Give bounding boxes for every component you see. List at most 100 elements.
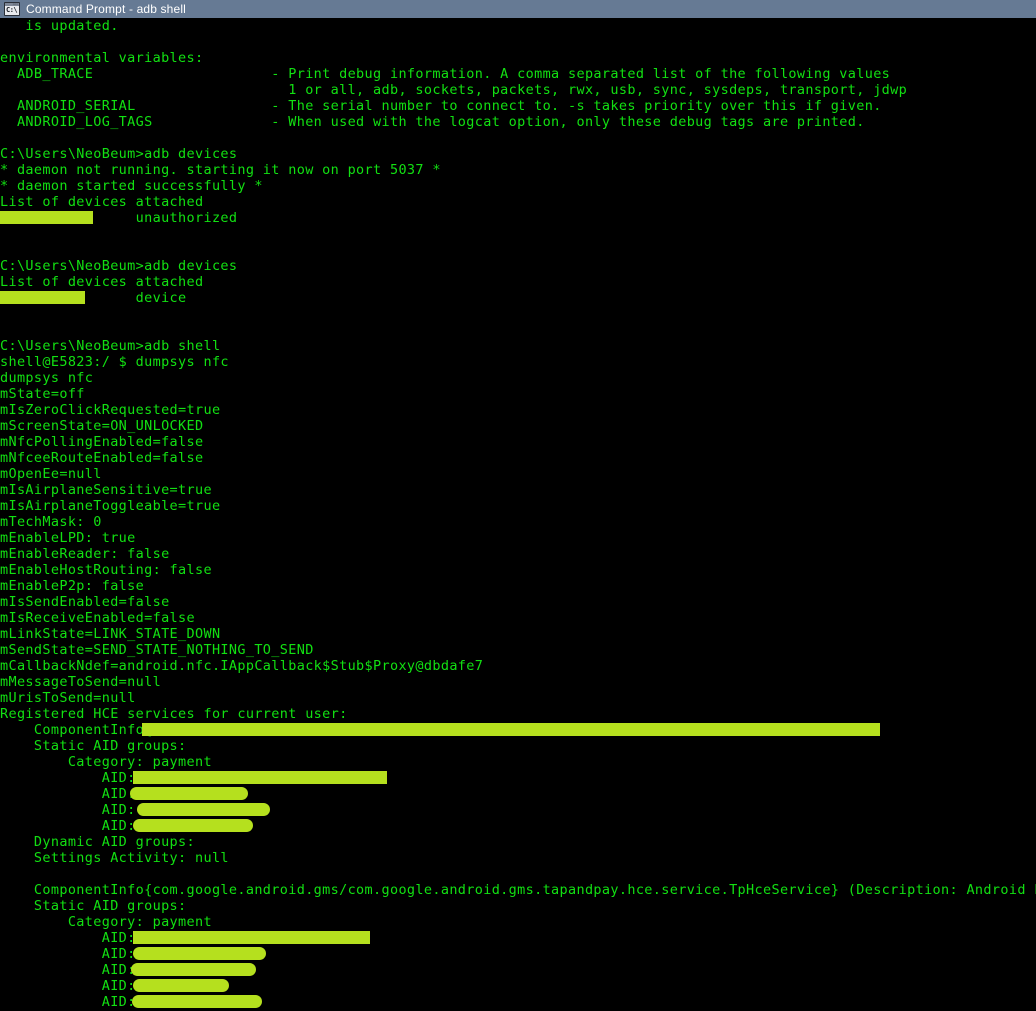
console-line-text: AID: xyxy=(0,962,145,978)
console-line: List of devices attached xyxy=(0,274,1036,290)
redaction-marker xyxy=(142,723,880,736)
console-line: C:\Users\NeoBeum>adb shell xyxy=(0,338,1036,354)
console-line-text: Category: payment xyxy=(0,754,212,770)
redaction-marker xyxy=(0,291,85,304)
console-line-text: ComponentInfo{com.google.android.gms/com… xyxy=(0,882,1036,898)
console-line-text: mScreenState=ON_UNLOCKED xyxy=(0,418,204,434)
console-line: Registered HCE services for current user… xyxy=(0,706,1036,722)
console-line-text: C:\Users\NeoBeum>adb devices xyxy=(0,258,238,274)
console-line-text: Registered HCE services for current user… xyxy=(0,706,348,722)
console-line-text: * daemon not running. starting it now on… xyxy=(0,162,441,178)
console-line: mState=off xyxy=(0,386,1036,402)
console-line-text: mIsZeroClickRequested=true xyxy=(0,402,221,418)
console-line: 1 or all, adb, sockets, packets, rwx, us… xyxy=(0,82,1036,98)
console-line: mLinkState=LINK_STATE_DOWN xyxy=(0,626,1036,642)
cmd-prompt-icon[interactable]: ▫▫▫ C:\ xyxy=(4,2,20,16)
console-line-text: mTechMask: 0 xyxy=(0,514,102,530)
console-line-text: C:\Users\NeoBeum>adb shell xyxy=(0,338,221,354)
console-line: Settings Activity: null xyxy=(0,850,1036,866)
console-line: Static AID groups: xyxy=(0,738,1036,754)
console-line-text: mUrisToSend=null xyxy=(0,690,136,706)
console-line: mNfceeRouteEnabled=false xyxy=(0,450,1036,466)
console-line: AID: xyxy=(0,946,1036,962)
console-line-text: List of devices attached xyxy=(0,274,204,290)
console-line-text: AID: xyxy=(0,818,145,834)
console-line: unauthorized xyxy=(0,210,1036,226)
console-line: Category: payment xyxy=(0,754,1036,770)
console-line-text: mIsReceiveEnabled=false xyxy=(0,610,195,626)
console-line-text: mIsAirplaneToggleable=true xyxy=(0,498,221,514)
console-line-text: mEnableReader: false xyxy=(0,546,170,562)
console-line: dumpsys nfc xyxy=(0,370,1036,386)
console-line-text: mIsSendEnabled=false xyxy=(0,594,170,610)
console-line-text: mSendState=SEND_STATE_NOTHING_TO_SEND xyxy=(0,642,314,658)
console-line-text: mEnableLPD: true xyxy=(0,530,136,546)
console-line: AID: xyxy=(0,962,1036,978)
console-line-text: mMessageToSend=null xyxy=(0,674,162,690)
console-line: mMessageToSend=null xyxy=(0,674,1036,690)
console-line-text: mOpenEe=null xyxy=(0,466,102,482)
console-line: AID: xyxy=(0,802,1036,818)
redaction-marker xyxy=(133,947,266,960)
console-line-text: mEnableP2p: false xyxy=(0,578,145,594)
console-line-text: AID: xyxy=(0,786,136,802)
console-line-text: shell@E5823:/ $ dumpsys nfc xyxy=(0,354,229,370)
console-line-text: 1 or all, adb, sockets, packets, rwx, us… xyxy=(0,82,908,98)
console-line: C:\Users\NeoBeum>adb devices xyxy=(0,258,1036,274)
console-line: mIsAirplaneToggleable=true xyxy=(0,498,1036,514)
console-line-text: mLinkState=LINK_STATE_DOWN xyxy=(0,626,221,642)
redaction-marker xyxy=(0,211,93,224)
console-line: is updated. xyxy=(0,18,1036,34)
console-line-text: Category: payment xyxy=(0,914,212,930)
window-titlebar[interactable]: ▫▫▫ C:\ Command Prompt - adb shell xyxy=(0,0,1036,18)
console-output-area[interactable]: is updated. environmental variables: ADB_… xyxy=(0,18,1036,1011)
console-line: mIsReceiveEnabled=false xyxy=(0,610,1036,626)
console-line: AID: xyxy=(0,786,1036,802)
console-line: ADB_TRACE - Print debug information. A c… xyxy=(0,66,1036,82)
console-line: Static AID groups: xyxy=(0,898,1036,914)
redaction-marker xyxy=(133,819,253,832)
console-line: shell@E5823:/ $ dumpsys nfc xyxy=(0,354,1036,370)
console-line-text: ANDROID_SERIAL - The serial number to co… xyxy=(0,98,882,114)
console-line: ComponentInfo{com.google.android.gms/com… xyxy=(0,882,1036,898)
console-line: mNfcPollingEnabled=false xyxy=(0,434,1036,450)
console-line-text: C:\Users\NeoBeum>adb devices xyxy=(0,146,238,162)
console-line: C:\Users\NeoBeum>adb devices xyxy=(0,146,1036,162)
console-line-text: AID: xyxy=(0,802,145,818)
console-line-text: mNfcPollingEnabled=false xyxy=(0,434,204,450)
console-line: AID: xyxy=(0,770,1036,786)
console-line: mScreenState=ON_UNLOCKED xyxy=(0,418,1036,434)
console-line: mIsZeroClickRequested=true xyxy=(0,402,1036,418)
command-prompt-window: ▫▫▫ C:\ Command Prompt - adb shell is up… xyxy=(0,0,1036,1011)
console-line: mEnableHostRouting: false xyxy=(0,562,1036,578)
icon-prompt-glyph: C:\ xyxy=(6,6,18,14)
window-title: Command Prompt - adb shell xyxy=(26,2,186,16)
console-line: ComponentInfo{ xyxy=(0,722,1036,738)
console-line-text: mCallbackNdef=android.nfc.IAppCallback$S… xyxy=(0,658,484,674)
console-line: mIsSendEnabled=false xyxy=(0,594,1036,610)
console-line-text: Dynamic AID groups: xyxy=(0,834,195,850)
console-line-text: mNfceeRouteEnabled=false xyxy=(0,450,204,466)
console-line-text: Static AID groups: xyxy=(0,898,187,914)
console-line: Dynamic AID groups: xyxy=(0,834,1036,850)
console-line-text: environmental variables: xyxy=(0,50,204,66)
console-line: ANDROID_SERIAL - The serial number to co… xyxy=(0,98,1036,114)
console-line: environmental variables: xyxy=(0,50,1036,66)
redaction-marker xyxy=(133,771,387,784)
console-line-text: AID: xyxy=(0,770,145,786)
console-line-text: Static AID groups: xyxy=(0,738,187,754)
console-line: mCallbackNdef=android.nfc.IAppCallback$S… xyxy=(0,658,1036,674)
console-line-text: List of devices attached xyxy=(0,194,204,210)
console-line: mEnableReader: false xyxy=(0,546,1036,562)
console-line: mOpenEe=null xyxy=(0,466,1036,482)
console-line-text: ANDROID_LOG_TAGS - When used with the lo… xyxy=(0,114,865,130)
console-line: mTechMask: 0 xyxy=(0,514,1036,530)
redaction-marker xyxy=(133,931,370,944)
console-line-text: is updated. xyxy=(0,18,119,34)
